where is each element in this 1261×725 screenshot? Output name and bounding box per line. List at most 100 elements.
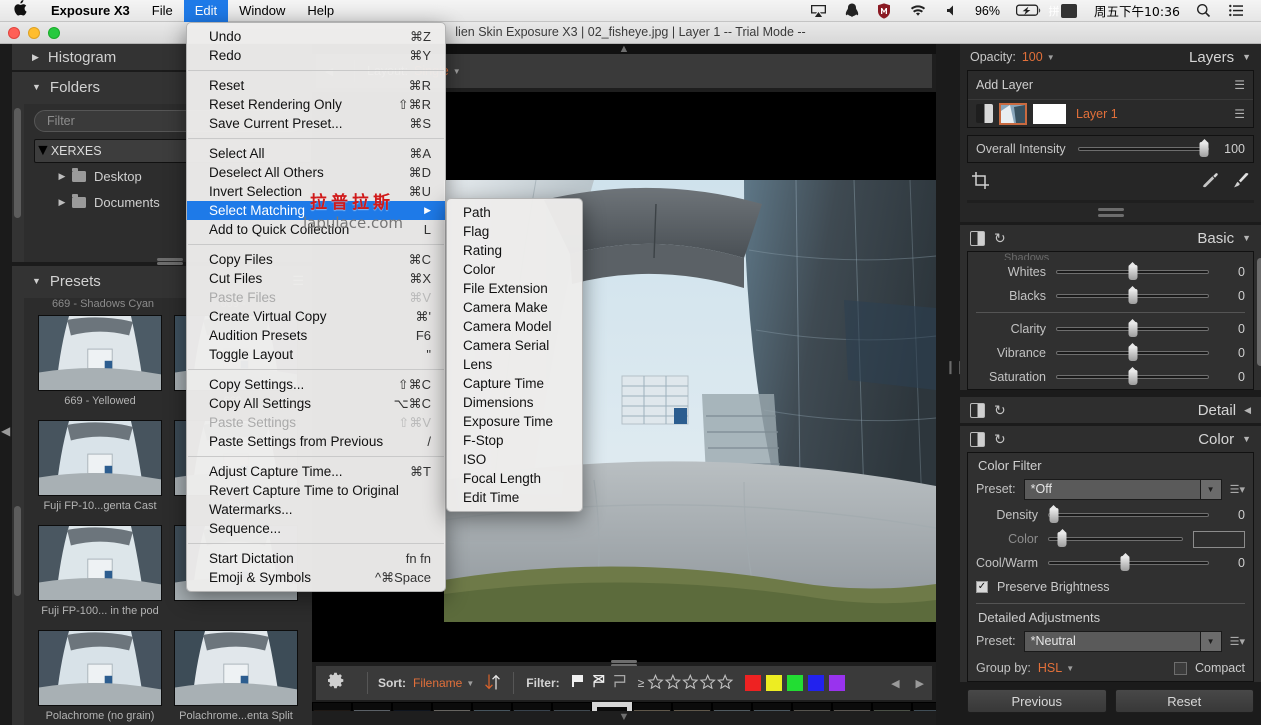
volume-icon[interactable]: [936, 0, 968, 22]
color-swatch[interactable]: [766, 675, 783, 691]
submenu-item[interactable]: Camera Serial: [447, 336, 582, 355]
menu-app-name[interactable]: Exposure X3: [40, 0, 141, 22]
airplay-icon[interactable]: [801, 0, 836, 22]
slider-track[interactable]: [1056, 346, 1209, 361]
chevron-down-icon[interactable]: ▼: [1242, 52, 1251, 62]
edit-menu-dropdown[interactable]: Undo ⌘Z Redo ⌘Y Reset ⌘R Reset Rendering Only ⇧…: [186, 22, 446, 592]
submenu-item[interactable]: Camera Model: [447, 317, 582, 336]
crop-icon[interactable]: [972, 172, 989, 194]
menu-item[interactable]: Watermarks...: [187, 500, 445, 519]
color-swatch[interactable]: [787, 675, 804, 691]
submenu-item[interactable]: Dimensions: [447, 393, 582, 412]
left-panel-collapse-icon[interactable]: ◀: [1, 424, 10, 438]
preset-thumbnail[interactable]: [38, 315, 162, 391]
menu-item[interactable]: Copy Files ⌘C: [187, 250, 445, 269]
chevron-down-icon[interactable]: ▼: [1199, 479, 1221, 499]
chevron-right-icon[interactable]: ▶: [908, 677, 932, 690]
menu-item[interactable]: Toggle Layout ": [187, 345, 445, 364]
qq-icon[interactable]: [836, 0, 868, 22]
flag-picked-icon[interactable]: [570, 674, 585, 692]
menu-item[interactable]: Save Current Preset... ⌘S: [187, 114, 445, 133]
layer-thumbnail[interactable]: [999, 102, 1027, 125]
slider-track[interactable]: [1056, 370, 1209, 385]
preset-item[interactable]: 669 - Yellowed: [32, 310, 168, 415]
battery-charging-icon[interactable]: [1007, 0, 1051, 22]
menu-item[interactable]: Reset ⌘R: [187, 76, 445, 95]
layer-name[interactable]: Layer 1: [1076, 107, 1118, 121]
submenu-item[interactable]: Lens: [447, 355, 582, 374]
preset-item[interactable]: Polachrome (no grain): [32, 625, 168, 725]
submenu-item[interactable]: ISO: [447, 450, 582, 469]
menu-item[interactable]: Undo ⌘Z: [187, 27, 445, 46]
submenu-item[interactable]: Color: [447, 260, 582, 279]
add-layer-row[interactable]: Add Layer ☰: [968, 71, 1253, 99]
opacity-value[interactable]: 100: [1022, 50, 1043, 64]
overall-intensity-slider[interactable]: [1077, 142, 1209, 157]
rating-stars[interactable]: [647, 673, 735, 693]
layer-row[interactable]: Layer 1 ☰: [968, 99, 1253, 127]
chevron-down-icon[interactable]: ▼: [35, 142, 51, 160]
detailed-preset-menu-icon[interactable]: ☰▾: [1230, 635, 1245, 648]
color-header[interactable]: ↻ Color ▼: [960, 426, 1261, 452]
layers-header[interactable]: Opacity: 100 ▼ Layers ▼: [960, 44, 1261, 70]
preserve-brightness-checkbox[interactable]: ✓: [976, 581, 988, 593]
presets-scrollbar[interactable]: [14, 506, 21, 596]
submenu-item[interactable]: Edit Time: [447, 488, 582, 507]
submenu-item[interactable]: Flag: [447, 222, 582, 241]
panel-resize-grip[interactable]: [157, 256, 183, 267]
chevron-down-icon[interactable]: ▼: [1242, 434, 1251, 444]
chevron-right-icon[interactable]: ▶: [52, 197, 72, 208]
toggle-panel-icon[interactable]: [970, 230, 985, 246]
preset-item[interactable]: Fuji FP-10...genta Cast: [32, 415, 168, 520]
input-method-icon[interactable]: 拼: [1048, 0, 1087, 22]
layers-resize-grip[interactable]: [960, 203, 1261, 222]
detailed-preset-select[interactable]: *Neutral ▼: [1023, 630, 1222, 652]
menu-item[interactable]: Paste Files ⌘V: [187, 288, 445, 307]
shield-icon[interactable]: [868, 0, 900, 22]
menu-item[interactable]: Redo ⌘Y: [187, 46, 445, 65]
chevron-down-icon[interactable]: ▼: [1047, 53, 1055, 62]
chevron-left-icon[interactable]: ◀: [883, 677, 907, 690]
menu-file[interactable]: File: [141, 0, 184, 22]
submenu-item[interactable]: Rating: [447, 241, 582, 260]
chevron-down-icon[interactable]: ▼: [1199, 631, 1221, 651]
detail-header[interactable]: ↻ Detail ◀: [960, 397, 1261, 423]
slider-track[interactable]: [1056, 322, 1209, 337]
submenu-item[interactable]: Camera Make: [447, 298, 582, 317]
reset-panel-icon[interactable]: ↻: [994, 402, 1006, 419]
eraser-icon[interactable]: [1201, 172, 1220, 194]
menu-item[interactable]: Add to Quick Collection L: [187, 220, 445, 239]
menu-item[interactable]: Select All ⌘A: [187, 144, 445, 163]
reset-panel-icon[interactable]: ↻: [994, 431, 1006, 448]
sort-value[interactable]: Filename: [413, 676, 462, 690]
group-by-value[interactable]: HSL: [1038, 661, 1062, 675]
slider-track[interactable]: [1048, 556, 1209, 571]
slider-track[interactable]: [1048, 532, 1183, 547]
layer-mask-thumbnail[interactable]: [1033, 103, 1066, 124]
color-preset-select[interactable]: *Off ▼: [1023, 478, 1222, 500]
basic-scrollbar[interactable]: [1257, 258, 1261, 366]
menu-item[interactable]: Audition Presets F6: [187, 326, 445, 345]
gear-icon[interactable]: [316, 672, 357, 694]
toggle-panel-icon[interactable]: [970, 402, 985, 418]
menu-item[interactable]: Create Virtual Copy ⌘': [187, 307, 445, 326]
menu-help[interactable]: Help: [296, 0, 345, 22]
basic-header[interactable]: ↻ Basic ▼: [960, 225, 1261, 251]
reset-panel-icon[interactable]: ↻: [994, 230, 1006, 247]
select-matching-submenu[interactable]: Path Flag Rating Color File Extension Camera …: [446, 198, 583, 512]
slider-track[interactable]: [1056, 289, 1209, 304]
preset-thumbnail[interactable]: [38, 525, 162, 601]
menu-window[interactable]: Window: [228, 0, 296, 22]
preset-item[interactable]: Fuji FP-100... in the pod: [32, 520, 168, 625]
slider-track[interactable]: [1056, 265, 1209, 280]
color-swatch[interactable]: [808, 675, 825, 691]
menu-item[interactable]: Copy Settings... ⇧⌘C: [187, 375, 445, 394]
chevron-down-icon[interactable]: ▼: [466, 679, 474, 688]
submenu-item[interactable]: Capture Time: [447, 374, 582, 393]
folders-scrollbar[interactable]: [14, 108, 21, 218]
menu-item[interactable]: Paste Settings from Previous /: [187, 432, 445, 451]
notification-center-icon[interactable]: [1220, 0, 1253, 22]
submenu-item[interactable]: File Extension: [447, 279, 582, 298]
preserve-brightness-row[interactable]: ✓ Preserve Brightness: [968, 575, 1253, 599]
submenu-item[interactable]: Focal Length: [447, 469, 582, 488]
